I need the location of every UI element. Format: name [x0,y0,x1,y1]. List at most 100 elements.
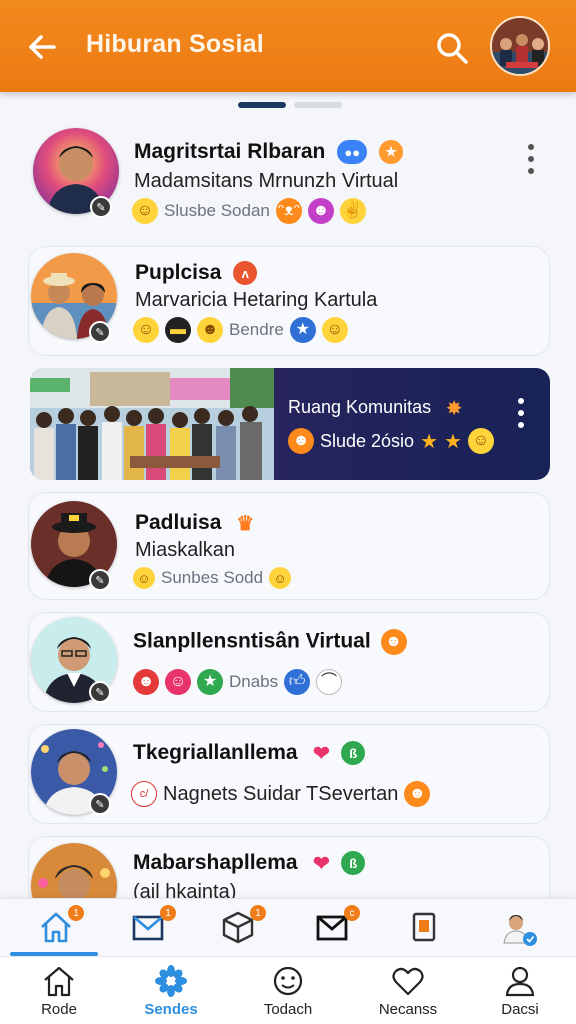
list-item[interactable]: ✎ Padluisa ♛ Miaskalkan ☺ Sunbes Sodd ☺ [28,492,550,600]
bottom-navigation: Rode Sendes Todach Necanss Dacsi [0,956,576,1024]
item-name: Magritsrtai Rlbaran [134,140,326,163]
nav-label: Rode [41,1001,77,1018]
item-name: Tkegriallanllema [133,741,298,764]
reaction-text: Dnabs [229,672,279,691]
nav-dacsi[interactable]: Dacsi [472,965,568,1023]
edit-badge-icon: ✎ [89,793,111,815]
nav-necanss[interactable]: Necanss [360,965,456,1023]
star-badge-icon: ★ [289,317,316,343]
nav-label: Sendes [144,1001,198,1018]
community-title-text: Ruang Komunitas [288,396,432,417]
smile-emoji-icon: ☻ [197,317,223,343]
reaction-row[interactable]: ☺ ▬ ☻ Bendre ★ ☺ [133,317,348,343]
nav-label: Necanss [378,1001,438,1018]
reaction-text: Bendre [229,320,284,339]
item-subtitle: Marvaricia Hetaring Kartula [135,289,378,311]
tab-box[interactable]: 1 [220,905,266,947]
item-name-row: Slanpllensntisân Virtual ☻ [133,629,407,655]
page-indicator[interactable] [238,102,342,108]
smile-emoji-icon: ☻ [307,198,334,224]
tab-count-badge: c [344,905,360,921]
page-title: Hiburan Sosial [86,30,264,58]
tab-tablet[interactable] [406,909,446,947]
nav-sendes[interactable]: Sendes [123,965,219,1023]
item-subtitle: Nagnets Suidar TSevertan [163,782,399,805]
list-item[interactable]: ✎ Tkegriallanllema ❤ ß c/ Nagnets Suidar… [28,724,550,824]
grin-emoji-icon: ☺ [467,428,494,454]
community-subtitle: ☻ Slude 2ósio ★ ★ ☺ [288,428,494,454]
edit-badge-icon: ✎ [89,569,111,591]
community-subtitle-text: Slude 2ósio [320,430,415,451]
counter-icon: c/ [131,781,157,807]
wink-emoji-icon: ☺ [269,567,292,589]
satellite-icon: ⌒ [316,669,343,695]
tab-mail[interactable]: 1 [130,905,176,947]
tab-profile[interactable] [500,909,540,947]
reaction-text: Sunbes Sodd [161,568,264,587]
laugh-emoji-icon: ☻ [404,781,431,807]
nav-home[interactable]: Rode [11,965,107,1023]
location-pin-icon: ❤ [313,742,330,765]
flower-icon [155,965,187,997]
reaction-row[interactable]: ☻ ☺ ★ Dnabs 👍︎ ⌒ [133,669,343,695]
cool-emoji-icon: ▬ [165,317,191,343]
profile-bubble-icon [503,915,537,946]
nav-label: Dacsi [501,1001,539,1018]
share-icon: ʌ [233,261,258,286]
app-header: Hiburan Sosial [0,0,576,92]
item-subtitle: Miaskalkan [135,539,236,561]
laugh-emoji-icon: ᵔᴥᵔ [275,198,302,224]
thumb-emoji-icon: ✌ [339,198,366,224]
community-photo [30,368,274,480]
list-item[interactable]: ✎ Magritsrtai Rlbaran ●● ★ Madamsitans M… [28,118,550,238]
arrow-left-icon[interactable] [26,30,60,64]
reaction-text: Slusbe Sodan [164,201,270,220]
smile-icon: ☻ [380,629,407,655]
grin-emoji-icon: ☺ [132,198,158,224]
tab-envelope[interactable]: c [314,905,360,947]
item-name: Slanpllensntisân Virtual [133,629,371,653]
item-name: Puplcisa [135,261,222,284]
category-tabbar: 1 1 1 c [0,898,576,956]
more-menu-icon[interactable] [516,398,526,428]
star-icon: ★ [420,430,439,453]
list-item[interactable]: ✎ Puplcisa ʌ Marvaricia Hetaring Kartula… [28,246,550,356]
chat-bubble-icon: ●● [337,140,368,165]
community-title: Ruang Komunitas ✸ [288,396,466,420]
item-subtitle: Madamsitans Mrnunzh Virtual [134,170,399,192]
item-name-row: Tkegriallanllema ❤ ß [133,741,366,766]
user-avatar[interactable] [490,16,550,76]
reaction-row[interactable]: ☺ Sunbes Sodd ☺ [133,567,292,589]
crown-icon: ♛ [236,512,255,535]
laugh-emoji-icon: ☻ [288,428,314,454]
page-dot-active[interactable] [238,102,286,108]
page-dot[interactable] [294,102,342,108]
thumbs-up-icon: 👍︎ [284,669,311,695]
tablet-icon [412,912,436,942]
person-icon [505,966,535,997]
search-icon[interactable] [434,30,470,66]
wink-emoji-icon: ☺ [321,317,348,343]
nav-label: Todach [263,1001,313,1018]
star-icon: ★ [444,430,462,453]
home-outline-icon [44,966,74,997]
star-burst-icon: ✸ [445,397,463,420]
grin-emoji-icon: ☺ [133,567,155,589]
list-item[interactable]: ✎ Slanpllensntisân Virtual ☻ ☻ ☺ ★ Dnabs… [28,612,550,712]
tab-count-badge: 1 [68,905,84,921]
reaction-row[interactable]: ☺ Slusbe Sodan ᵔᴥᵔ ☻ ✌ [132,198,366,224]
tab-home[interactable]: 1 [38,905,84,947]
more-menu-icon[interactable] [526,144,536,174]
tab-count-badge: 1 [250,905,266,921]
item-name-row: Puplcisa ʌ [135,261,258,286]
nav-todach[interactable]: Todach [240,965,336,1023]
item-name: Padluisa [135,511,222,534]
tab-count-badge: 1 [160,905,176,921]
grin-emoji-icon: ☻ [133,669,159,695]
star-badge-icon: ★ [197,669,223,695]
edit-badge-icon: ✎ [90,196,112,218]
item-name-row: Mabarshapllema ❤ ß [133,851,366,876]
edit-badge-icon: ✎ [89,321,111,343]
community-banner[interactable]: Ruang Komunitas ✸ ☻ Slude 2ósio ★ ★ ☺ [30,368,550,480]
green-badge-icon: ß [341,851,366,876]
